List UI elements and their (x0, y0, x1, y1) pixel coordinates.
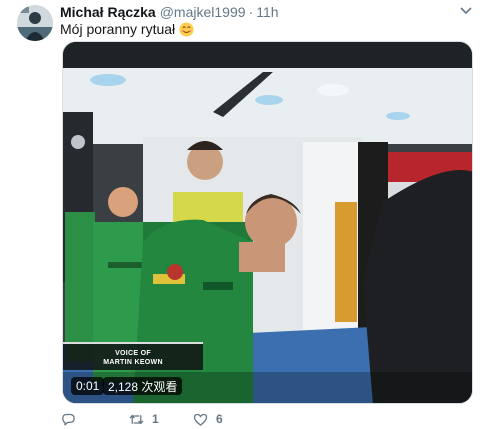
retweet-button[interactable]: 1 (128, 411, 192, 428)
tweet[interactable]: Michał Rączka @majkel1999 · 11h Mój pora… (0, 0, 500, 427)
caption-line-1: VOICE OF (115, 350, 151, 357)
separator-dot: · (248, 4, 254, 20)
display-name[interactable]: Michał Rączka (60, 4, 156, 20)
reply-button[interactable] (60, 411, 128, 428)
heart-icon (193, 413, 208, 426)
tweet-header: Michał Rączka @majkel1999 · 11h (60, 3, 279, 21)
smiling-face-icon (179, 21, 194, 37)
avatar-image (17, 5, 53, 41)
retweet-icon (129, 414, 144, 424)
like-count: 6 (216, 412, 223, 426)
video-caption-overlay: VOICE OF MARTIN KEOWN (73, 349, 193, 367)
like-button[interactable]: 6 (192, 411, 252, 428)
avatar[interactable] (17, 5, 53, 41)
user-handle[interactable]: @majkel1999 (160, 4, 246, 20)
caption-line-2: MARTIN KEOWN (103, 359, 163, 366)
tweet-text: Mój poranny rytuał (60, 20, 194, 38)
video-player[interactable]: VOICE OF MARTIN KEOWN 0:01 2,128 次观看 (62, 41, 473, 404)
tweet-actions: 1 6 (60, 409, 252, 429)
timestamp[interactable]: 11h (256, 4, 278, 20)
reply-icon (62, 413, 75, 425)
retweet-count: 1 (152, 412, 159, 426)
video-views-badge: 2,128 次观看 (103, 377, 183, 395)
chevron-down-icon[interactable] (458, 3, 474, 19)
video-duration-badge: 0:01 (71, 377, 105, 395)
tweet-text-content: Mój poranny rytuał (60, 21, 176, 37)
